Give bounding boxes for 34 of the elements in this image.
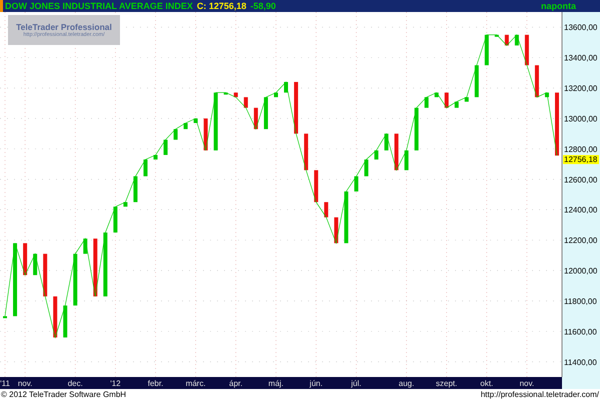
price-label: 13600,00 [564, 23, 598, 32]
month-label: júl. [351, 379, 362, 388]
copyright-text: © 2012 TeleTrader Software GmbH [1, 389, 126, 400]
interval-label: naponta [541, 0, 576, 12]
footer-url: http://professional.teletrader.com/ [480, 389, 599, 400]
change-value: -58,90 [250, 0, 276, 12]
last-price-tag: 12756,18 [563, 155, 599, 164]
month-label: '12 [110, 379, 121, 388]
month-label: okt. [480, 379, 494, 388]
month-label: ápr. [229, 379, 242, 388]
price-label: 12200,00 [564, 236, 598, 246]
price-label: 12000,00 [564, 266, 598, 276]
price-label: 13000,00 [564, 114, 598, 124]
price-label: 13200,00 [564, 84, 598, 94]
price-label: 11400,00 [564, 358, 597, 367]
price-label: 12400,00 [564, 206, 598, 215]
price-label: 12800,00 [564, 144, 598, 154]
month-label: szept. [436, 379, 458, 388]
price-label: 13400,00 [564, 54, 598, 63]
month-label: '11 [0, 379, 10, 388]
month-label: dec. [68, 379, 83, 388]
month-label: nov. [520, 379, 534, 388]
close-value: C: 12756,18 [196, 0, 246, 12]
month-label: máj. [268, 379, 284, 388]
price-label: 11600,00 [564, 327, 597, 336]
month-label: jún. [310, 379, 323, 388]
month-label: febr. [148, 379, 164, 388]
month-label: nov. [18, 379, 32, 388]
price-label: 12600,00 [564, 175, 598, 184]
month-label: aug. [398, 379, 414, 388]
month-label: márc. [186, 379, 206, 388]
price-label: 11800,00 [564, 296, 597, 306]
logo-name: TeleTrader Professional [16, 22, 112, 32]
index-title: DOW JONES INDUSTRIAL AVERAGE INDEX [5, 0, 193, 12]
